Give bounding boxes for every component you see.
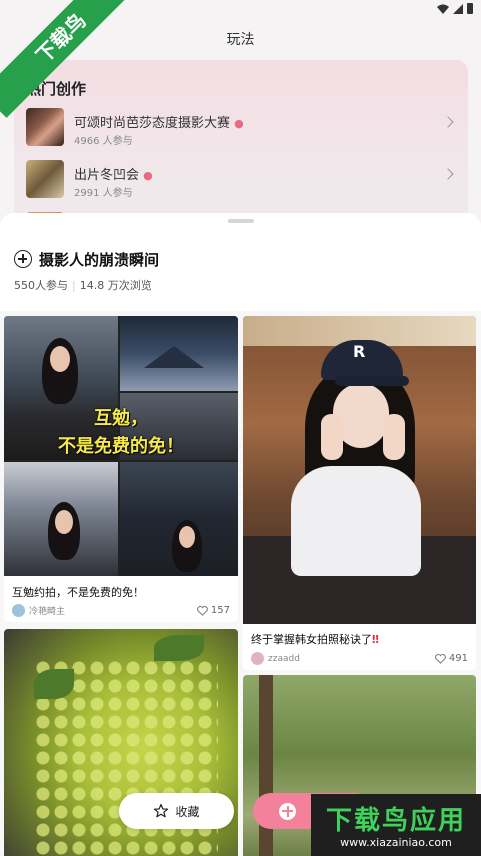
post-card[interactable]: R 终于掌握韩女拍照秘诀了‼ zzaadd 491 xyxy=(243,316,476,670)
chevron-right-icon xyxy=(442,116,454,128)
person-face xyxy=(55,510,73,534)
collage-caption: 不是免费的免！ xyxy=(58,436,184,457)
person-face xyxy=(179,526,195,548)
topic-plus-icon xyxy=(14,250,32,268)
exclamation-mark: ‼ xyxy=(372,633,379,646)
author-name: 冷艳畸主 xyxy=(29,607,66,617)
watermark-badge: 下载鸟应用 www.xiazainiao.com xyxy=(311,794,481,856)
hot-item[interactable]: 可颂时尚芭莎态度摄影大赛 ● 4966 人参与 xyxy=(26,108,456,148)
portrait-photo: R xyxy=(243,316,476,624)
photo-collage: 互勉， 不是免费的免！ xyxy=(4,316,238,576)
post-image: R xyxy=(243,316,476,624)
fire-icon: ● xyxy=(234,117,244,130)
wifi-icon xyxy=(437,4,449,14)
post-title: 互勉约拍，不是免费的免！ xyxy=(12,586,144,599)
leaf-shape xyxy=(34,669,74,699)
mountain-shape xyxy=(144,346,204,368)
hot-item-name: 可颂时尚芭莎态度摄影大赛 ● xyxy=(74,116,244,131)
collect-button[interactable]: 收藏 xyxy=(119,793,234,829)
post-image: 互勉， 不是免费的免！ xyxy=(4,316,238,576)
heart-icon xyxy=(435,653,446,664)
avatar xyxy=(251,652,264,665)
topic-sheet: 摄影人的崩溃瞬间 550人参与 |14.8 万次浏览 互勉， 不是免费的免！ xyxy=(0,213,481,856)
heart-icon xyxy=(197,605,208,616)
fire-icon: ● xyxy=(143,169,153,182)
person-sweater xyxy=(291,466,421,576)
leaf-shape xyxy=(154,635,204,661)
author-name: zzaadd xyxy=(268,653,300,664)
hot-item-meta: 4966 人参与 xyxy=(74,136,133,147)
cap-brim xyxy=(335,376,409,386)
cap-logo: R xyxy=(353,342,366,361)
post-card[interactable]: 互勉， 不是免费的免！ 互勉约拍，不是免费的免！ 冷艳畸主 157 xyxy=(4,316,238,622)
like-count: 491 xyxy=(448,653,468,664)
person-hand xyxy=(321,414,343,460)
star-icon xyxy=(154,803,169,818)
post-title: 终于掌握韩女拍照秘诀了‼ xyxy=(251,633,379,646)
watermark-main-text: 下载鸟应用 xyxy=(325,806,466,836)
hot-item-thumbnail xyxy=(26,160,64,198)
status-icons xyxy=(437,3,473,14)
hot-creations-card: 热门创作 可颂时尚芭莎态度摄影大赛 ● 4966 人参与 出片冬凹会 ● 299… xyxy=(14,60,468,250)
like-count: 157 xyxy=(210,605,230,616)
collage-caption: 互勉， xyxy=(94,408,148,429)
person-hand xyxy=(383,414,405,460)
topic-title: 摄影人的崩溃瞬间 xyxy=(39,251,160,269)
battery-icon xyxy=(467,3,473,14)
hot-item-name: 出片冬凹会 ● xyxy=(74,168,153,183)
post-author[interactable]: zzaadd xyxy=(251,652,300,665)
hot-item-meta: 2991 人参与 xyxy=(74,188,133,199)
post-author[interactable]: 冷艳畸主 xyxy=(12,604,65,617)
person-face xyxy=(50,346,70,372)
hot-item[interactable]: 出片冬凹会 ● 2991 人参与 xyxy=(26,160,456,200)
plus-circle-icon xyxy=(279,802,296,820)
hot-item-thumbnail xyxy=(26,108,64,146)
sheet-grabber[interactable] xyxy=(228,219,254,223)
stats-divider: | xyxy=(72,279,76,292)
topic-header: 摄影人的崩溃瞬间 550人参与 | 14.8 万次浏览 xyxy=(0,213,481,311)
chevron-right-icon xyxy=(442,168,454,180)
topic-participants: 550人参与 xyxy=(14,279,68,292)
collect-label: 收藏 xyxy=(175,804,200,819)
like-button[interactable]: 157 xyxy=(197,605,230,616)
avatar xyxy=(12,604,25,617)
topic-views: 14.8 万次浏览 xyxy=(79,279,152,292)
topic-stats: 550人参与 | 14.8 万次浏览 xyxy=(14,277,152,293)
like-button[interactable]: 491 xyxy=(435,653,468,664)
watermark-url: www.xiazainiao.com xyxy=(340,836,452,849)
signal-icon xyxy=(453,3,463,14)
